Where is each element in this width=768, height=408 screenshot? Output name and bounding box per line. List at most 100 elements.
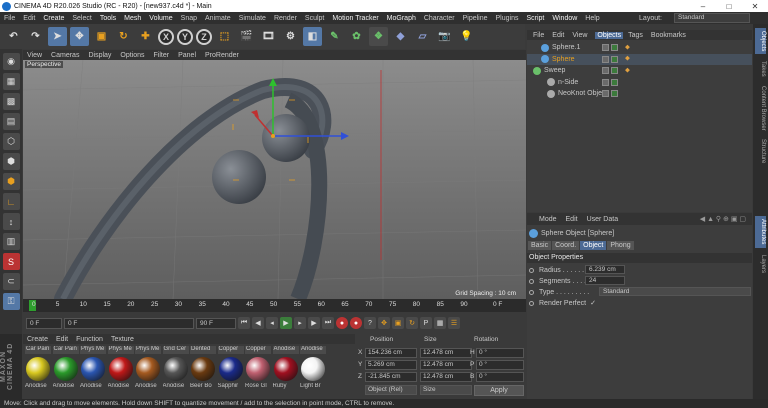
redo-icon[interactable]: ↷ — [26, 27, 45, 46]
close-button[interactable]: ✕ — [742, 2, 768, 11]
deformer-icon[interactable]: ◆ — [391, 27, 410, 46]
prev-key-icon[interactable]: ◀ — [252, 317, 264, 329]
coordinate-system-icon[interactable]: ⬚ — [215, 27, 234, 46]
render-view-icon[interactable]: 🎬 — [237, 27, 256, 46]
menu-file[interactable]: File — [4, 15, 15, 22]
rotation-b-field[interactable]: 0 ° — [476, 372, 524, 382]
current-frame-field[interactable]: 0 F — [26, 317, 62, 329]
rotation-h-field[interactable]: 0 ° — [476, 348, 524, 358]
material-swatch[interactable]: Grid Cer Anodise — [162, 346, 189, 390]
render-perfect-anim-dot[interactable] — [529, 300, 534, 306]
undo-icon[interactable]: ↶ — [4, 27, 23, 46]
goto-end-icon[interactable]: ⏭ — [322, 317, 334, 329]
menu-select[interactable]: Select — [72, 15, 91, 22]
menu-snap[interactable]: Snap — [181, 15, 197, 22]
segments-field[interactable]: 24 — [585, 276, 625, 285]
apply-button[interactable]: Apply — [474, 385, 524, 396]
om-menu-bookmarks[interactable]: Bookmarks — [651, 32, 686, 39]
phong-tag-icon[interactable]: ⬥ — [625, 67, 630, 75]
viewport-menu-prorender[interactable]: ProRender — [205, 52, 239, 59]
side-tab-content-browser[interactable]: Content Browser — [755, 84, 766, 132]
rotation-key-icon[interactable]: ↻ — [406, 317, 418, 329]
subdivision-icon[interactable]: ✿ — [347, 27, 366, 46]
next-frame-icon[interactable]: ▸ — [294, 317, 306, 329]
position-key-icon[interactable]: ✥ — [378, 317, 390, 329]
object-visibility-flags[interactable] — [602, 55, 618, 63]
y-axis-lock-icon[interactable]: Y — [177, 28, 193, 45]
material-swatch[interactable]: Copper Sapphir — [217, 346, 244, 390]
render-settings-icon[interactable]: ⚙ — [281, 27, 300, 46]
tab-coord[interactable]: Coord. — [552, 241, 580, 250]
attr-menu-mode[interactable]: Mode — [539, 216, 557, 223]
play-icon[interactable]: ▶ — [280, 317, 292, 329]
material-swatch[interactable]: Car Pain Anodise — [25, 346, 51, 390]
material-menu-texture[interactable]: Texture — [111, 336, 134, 343]
texture-mode-icon[interactable]: ▩ — [2, 93, 20, 110]
menu-sculpt[interactable]: Sculpt — [305, 15, 324, 22]
menu-animate[interactable]: Animate — [205, 15, 231, 22]
snap-icon[interactable]: S — [2, 253, 20, 270]
viewport-menu-panel[interactable]: Panel — [178, 52, 196, 59]
prev-frame-icon[interactable]: ◂ — [266, 317, 278, 329]
tab-basic[interactable]: Basic — [528, 241, 552, 250]
material-menu-create[interactable]: Create — [27, 336, 48, 343]
scale-key-icon[interactable]: ▣ — [392, 317, 404, 329]
position-x-field[interactable]: 154.236 cm — [365, 348, 417, 358]
object-visibility-flags[interactable] — [602, 78, 618, 86]
solo-icon[interactable]: ▥ — [2, 233, 20, 250]
viewport-menu-cameras[interactable]: Cameras — [51, 52, 79, 59]
type-dropdown[interactable]: Standard — [599, 287, 751, 296]
magnet-icon[interactable]: ⊂ — [2, 273, 20, 290]
menu-volume[interactable]: Volume — [149, 15, 172, 22]
material-swatch[interactable]: Anodise Ruby — [272, 346, 299, 390]
material-swatch[interactable]: Dented Beer Bo — [190, 346, 216, 390]
attr-menu-user-data[interactable]: User Data — [587, 216, 619, 223]
pen-spline-icon[interactable]: ✎ — [325, 27, 344, 46]
array-icon[interactable]: ❖ — [369, 27, 388, 46]
timeline-ruler[interactable]: 0 5 10 15 20 25 30 35 40 45 50 55 60 65 70 75 80 85 90 0 F — [23, 299, 526, 312]
pla-key-icon[interactable]: ▦ — [434, 317, 446, 329]
timeline-layout-icon[interactable]: ☰ — [448, 317, 460, 329]
attr-menu-edit[interactable]: Edit — [566, 216, 578, 223]
next-key-icon[interactable]: ▶ — [308, 317, 320, 329]
menu-character[interactable]: Character — [424, 15, 455, 22]
cube-icon[interactable]: ◧ — [303, 27, 322, 46]
menu-window[interactable]: Window — [552, 15, 577, 22]
object-visibility-flags[interactable] — [602, 44, 618, 51]
attr-nav-icons[interactable]: ◀ ▲ ⚲ ⊕ ▣ ▢ — [700, 215, 746, 223]
om-menu-objects[interactable]: Objects — [595, 31, 624, 39]
menu-help[interactable]: Help — [585, 15, 599, 22]
menu-script[interactable]: Script — [526, 15, 544, 22]
side-tab-layers[interactable]: Layers — [755, 252, 766, 276]
radius-anim-dot[interactable] — [529, 267, 534, 273]
rotation-p-field[interactable]: 0 ° — [476, 360, 524, 370]
menu-motion-tracker[interactable]: Motion Tracker — [332, 15, 378, 22]
size-x-field[interactable]: 12.478 cm — [420, 348, 472, 358]
tweak-mode-icon[interactable]: ↕ — [2, 213, 20, 230]
select-arrow-icon[interactable]: ➤ — [48, 27, 67, 46]
menu-simulate[interactable]: Simulate — [239, 15, 266, 22]
camera-icon[interactable]: 📷 — [435, 27, 454, 46]
z-axis-lock-icon[interactable]: Z — [196, 28, 212, 45]
viewport-menu-options[interactable]: Options — [120, 52, 144, 59]
material-swatch[interactable]: Phys Me Anodise — [80, 346, 106, 390]
om-menu-view[interactable]: View — [572, 32, 587, 39]
viewport-menu-filter[interactable]: Filter — [154, 52, 170, 59]
viewport-menu-display[interactable]: Display — [88, 52, 111, 59]
polygons-mode-icon[interactable]: ⬢ — [2, 173, 20, 190]
material-swatch[interactable]: Anodise Light Br — [300, 346, 326, 390]
position-z-field[interactable]: -21.845 cm — [365, 372, 417, 382]
3d-viewport[interactable]: Perspective Grid Spacing : 10 cm — [23, 60, 526, 299]
rotate-tool-icon[interactable]: ↻ — [114, 27, 133, 46]
make-editable-icon[interactable]: ◉ — [2, 53, 20, 70]
side-tab-attributes[interactable]: Attributes — [755, 216, 766, 248]
edges-mode-icon[interactable]: ⬢ — [2, 153, 20, 170]
side-tab-structure[interactable]: Structure — [755, 136, 766, 166]
record-icon[interactable]: ● — [336, 317, 348, 329]
maximize-button[interactable]: □ — [716, 2, 742, 11]
move-tool-icon[interactable]: ✥ — [70, 27, 89, 46]
x-axis-lock-icon[interactable]: X — [158, 28, 174, 45]
minimize-button[interactable]: – — [690, 2, 716, 11]
add-object-icon[interactable]: ✚ — [136, 27, 155, 46]
param-key-icon[interactable]: P — [420, 317, 432, 329]
